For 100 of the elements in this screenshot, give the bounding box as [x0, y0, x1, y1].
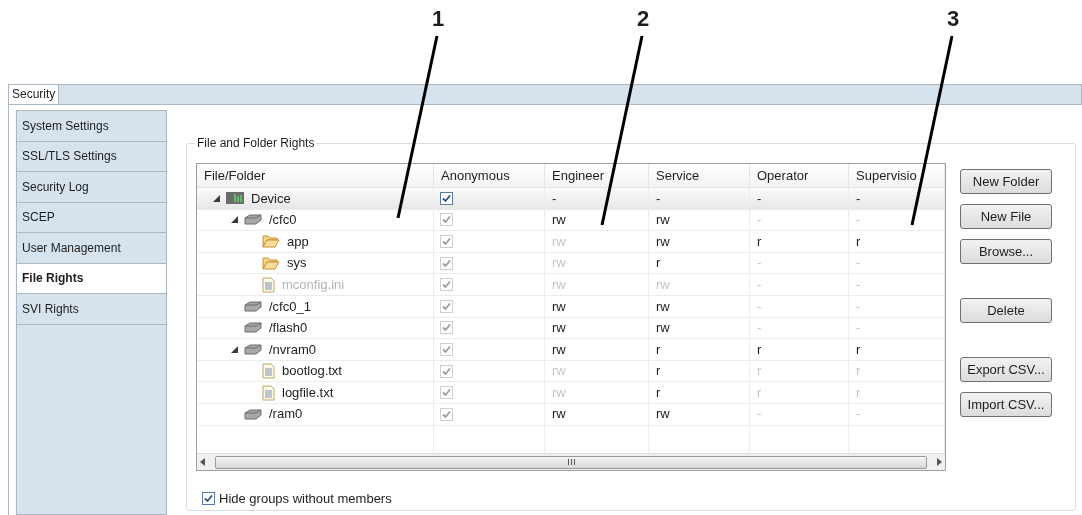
- action-button[interactable]: New Folder: [960, 169, 1052, 194]
- column-header[interactable]: Operator: [750, 164, 849, 187]
- expanded-triangle-icon[interactable]: [230, 345, 238, 353]
- expanded-triangle-icon[interactable]: [230, 216, 238, 224]
- rights-cell-text: rw: [552, 362, 566, 381]
- grip-icon: [567, 459, 575, 465]
- tree-item-label: /flash0: [269, 319, 308, 338]
- rights-cell-text: rw: [552, 319, 566, 338]
- action-button[interactable]: Import CSV...: [960, 392, 1052, 417]
- rights-cell-text: rw: [552, 297, 566, 316]
- drive-icon: [244, 300, 262, 312]
- tree-item-label: bootlog.txt: [282, 362, 342, 381]
- rights-cell-text: rw: [656, 405, 670, 424]
- rights-cell-text: r: [856, 232, 861, 251]
- rights-cell-text: r: [757, 362, 762, 381]
- rights-cell-text: rw: [552, 383, 566, 402]
- rights-cell-text: r: [856, 362, 861, 381]
- table-row[interactable]: Device - - - -: [197, 188, 945, 210]
- checkbox-label: Hide groups without members: [219, 490, 392, 508]
- anonymous-checkbox[interactable]: [440, 191, 453, 205]
- column-header[interactable]: Engineer: [545, 164, 649, 187]
- device-icon: [226, 192, 244, 205]
- rights-cell-text: rw: [656, 275, 670, 294]
- table-row[interactable]: /cfc0 rw rw - -: [197, 209, 945, 232]
- drive-icon: [244, 408, 262, 420]
- table-row[interactable]: bootlog.txt rw r r r: [197, 360, 945, 383]
- expanded-triangle-icon[interactable]: [212, 194, 220, 202]
- tree-item-label: /nvram0: [269, 340, 316, 359]
- callout-number: 2: [637, 6, 650, 32]
- rights-cell-text: rw: [552, 254, 566, 273]
- tree-item-label: mconfig.ini: [282, 275, 345, 294]
- rights-cell-text: -: [856, 211, 861, 230]
- table-row[interactable]: /cfc0_1 rw rw - -: [197, 295, 945, 318]
- action-button[interactable]: Browse...: [960, 239, 1052, 264]
- sidebar-item[interactable]: File Rights: [17, 263, 166, 294]
- callout-number: 1: [432, 6, 445, 32]
- checkbox[interactable]: [202, 492, 215, 506]
- rights-cell-text: -: [856, 275, 861, 294]
- scrollbar-thumb[interactable]: [215, 455, 927, 469]
- drive-icon: [244, 343, 262, 355]
- horizontal-scrollbar[interactable]: [197, 453, 945, 470]
- column-header[interactable]: Service: [649, 164, 750, 187]
- rights-cell-text: rw: [552, 232, 566, 251]
- rights-cell-text: -: [856, 254, 861, 273]
- rights-cell-text: -: [856, 297, 861, 316]
- action-button[interactable]: New File: [960, 204, 1052, 229]
- rights-cell-text: -: [757, 319, 762, 338]
- rights-cell-text: rw: [656, 297, 670, 316]
- column-header[interactable]: Anonymous: [434, 164, 545, 187]
- drive-icon: [244, 214, 262, 226]
- rights-cell-text: r: [757, 383, 762, 402]
- rights-cell-text: -: [552, 189, 557, 208]
- table-row[interactable]: /flash0 rw rw - -: [197, 317, 945, 340]
- rights-cell-text: -: [757, 189, 762, 208]
- rights-cell-text: -: [757, 211, 762, 230]
- group-title: File and Folder Rights: [195, 135, 317, 151]
- rights-cell-text: -: [656, 189, 661, 208]
- file-icon: [262, 363, 275, 380]
- callout-number: 3: [947, 6, 960, 32]
- scroll-left-icon[interactable]: [200, 458, 205, 466]
- column-header[interactable]: File/Folder: [197, 164, 434, 187]
- rights-cell-text: -: [856, 189, 861, 208]
- rights-cell-text: rw: [552, 340, 566, 359]
- folder-icon: [262, 256, 280, 271]
- scroll-right-icon[interactable]: [937, 458, 942, 466]
- tree-item-label: /cfc0_1: [269, 297, 311, 316]
- rights-cell-text: -: [757, 405, 762, 424]
- tree-item-label: sys: [287, 254, 307, 273]
- rights-cell-text: r: [656, 254, 661, 273]
- rights-cell-text: -: [757, 254, 762, 273]
- rights-cell-text: -: [856, 319, 861, 338]
- rights-cell-text: rw: [656, 211, 670, 230]
- tab[interactable]: Security: [9, 85, 60, 104]
- tree-item-label: logfile.txt: [282, 383, 334, 402]
- drive-icon: [244, 322, 262, 334]
- action-button[interactable]: Export CSV...: [960, 357, 1052, 382]
- rights-cell-text: rw: [552, 275, 566, 294]
- rights-cell-text: r: [656, 383, 661, 402]
- table-row[interactable]: /ram0 rw rw - -: [197, 403, 945, 426]
- folder-icon: [262, 234, 280, 249]
- tree-item-label: app: [287, 232, 309, 251]
- rights-cell-text: rw: [656, 232, 670, 251]
- rights-cell-text: r: [757, 232, 762, 251]
- tree-item-label: Device: [251, 189, 291, 208]
- file-icon: [262, 276, 275, 293]
- table-row[interactable]: logfile.txt rw r r r: [197, 382, 945, 404]
- file-icon: [262, 384, 275, 401]
- rights-cell-text: r: [856, 340, 861, 359]
- action-button[interactable]: Delete: [960, 298, 1052, 323]
- rights-cell-text: r: [656, 362, 661, 381]
- rights-cell-text: -: [757, 275, 762, 294]
- table-row[interactable]: app rw rw r r: [197, 231, 945, 253]
- table-row[interactable]: sys rw r - -: [197, 252, 945, 275]
- tree-item-label: /ram0: [269, 405, 303, 424]
- column-header[interactable]: Supervisio: [849, 164, 945, 187]
- rights-cell-text: rw: [552, 405, 566, 424]
- rights-cell-text: r: [656, 340, 661, 359]
- table-row[interactable]: /nvram0 rw r r r: [197, 339, 945, 361]
- tree-item-label: /cfc0: [269, 211, 297, 230]
- rights-cell-text: r: [856, 383, 861, 402]
